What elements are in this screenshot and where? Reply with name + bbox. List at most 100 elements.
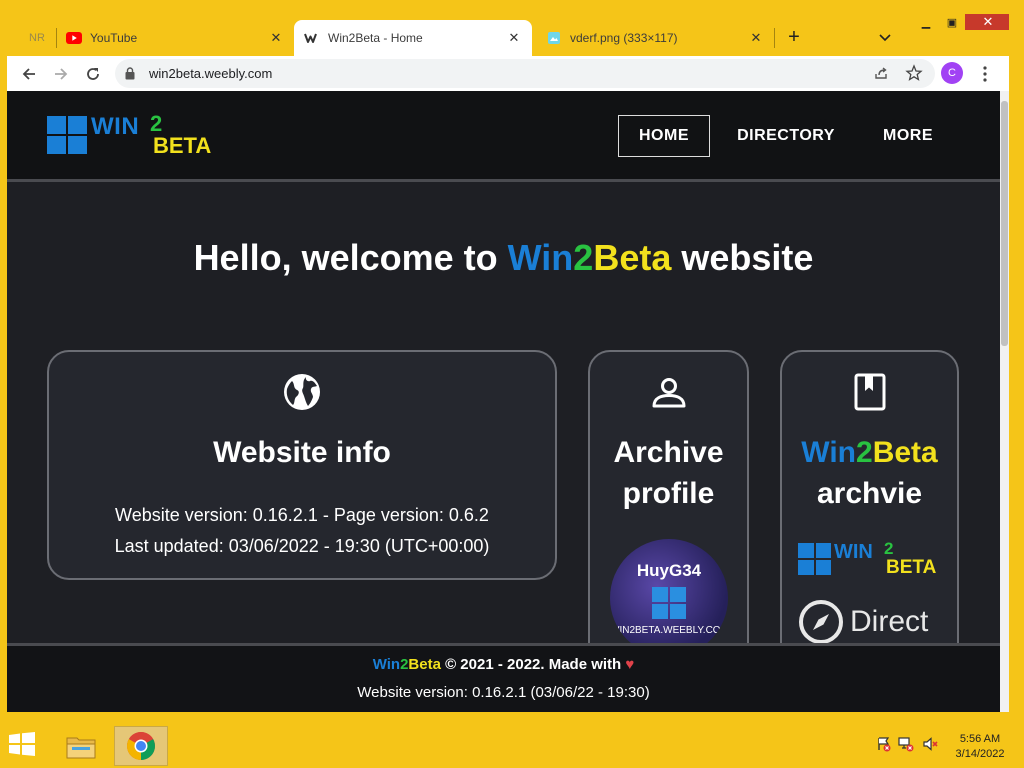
youtube-icon <box>66 30 82 46</box>
nav-home[interactable]: HOME <box>618 115 710 157</box>
tab-search-button[interactable] <box>873 26 897 50</box>
site-footer: Win2Beta © 2021 - 2022. Made with ♥ Webs… <box>7 643 1000 712</box>
footer-copyright-text: © 2021 - 2022. Made with <box>440 656 626 673</box>
close-icon[interactable]: ✕ <box>506 30 522 46</box>
website-info-card[interactable]: Website info Website version: 0.16.2.1 -… <box>47 350 557 580</box>
direct-link[interactable]: Direct <box>798 598 928 646</box>
hero-brand-win: Win <box>507 237 574 278</box>
page-viewport: WIN 2 BETA HOME DIRECTORY MORE Hello, we… <box>7 91 1000 712</box>
taskbar-chrome[interactable] <box>114 726 168 766</box>
bookmark-star-icon[interactable] <box>905 64 923 87</box>
windows-logo-icon <box>652 587 686 619</box>
card-title-line1: Archive <box>613 436 724 469</box>
direct-label: Direct <box>850 605 929 638</box>
maximize-button[interactable]: ▣ <box>939 14 965 30</box>
tab-label: vderf.png (333×117) <box>570 31 678 45</box>
footer-brand-win: Win <box>372 656 401 673</box>
window-close-button[interactable]: ✕ <box>965 14 1009 30</box>
url-text: win2beta.weebly.com <box>149 66 273 81</box>
profile-avatar[interactable]: C <box>941 62 963 84</box>
nav-directory[interactable]: DIRECTORY <box>725 115 847 157</box>
forward-button[interactable] <box>49 62 73 86</box>
forward-arrow-icon <box>55 68 68 80</box>
card-title: Archive profile <box>590 432 747 514</box>
system-clock[interactable]: 5:56 AM 3/14/2022 <box>950 732 1010 762</box>
profile-avatar-image[interactable]: HuyG34 WIN2BETA.WEEBLY.COM <box>610 539 728 657</box>
card-brand-beta: Beta <box>872 436 938 469</box>
page-scrollbar[interactable] <box>1000 91 1009 712</box>
avatar-url: WIN2BETA.WEEBLY.COM <box>610 625 728 636</box>
win2beta-logo: WIN 2 BETA <box>798 539 948 579</box>
tab-label: Win2Beta - Home <box>328 31 423 45</box>
kebab-menu-icon[interactable] <box>975 62 995 86</box>
hero-brand-beta: Beta <box>593 237 672 278</box>
windows-taskbar: 5:56 AM 3/14/2022 <box>0 720 1024 768</box>
browser-window: NR YouTube ✕ Win2Beta - Home ✕ vderf.png… <box>7 14 1009 712</box>
user-icon <box>652 378 685 408</box>
windows-logo-icon <box>47 116 87 154</box>
back-arrow-icon <box>22 68 35 80</box>
footer-copyright: Win2Beta © 2021 - 2022. Made with ♥ <box>7 656 1000 673</box>
logo-win: WIN <box>91 113 140 140</box>
share-icon[interactable] <box>873 65 889 86</box>
archive-profile-card[interactable]: Archive profile HuyG34 WIN2BETA.WEEBLY.CO… <box>588 350 749 670</box>
close-icon[interactable]: ✕ <box>748 30 764 46</box>
volume-muted-icon[interactable] <box>920 734 940 754</box>
close-icon[interactable]: ✕ <box>268 30 284 46</box>
card-brand-2: 2 <box>856 436 873 469</box>
hero-hello: Hello <box>193 237 282 278</box>
image-icon <box>546 30 562 46</box>
compass-icon <box>799 600 843 644</box>
tab-label: YouTube <box>90 31 138 45</box>
last-updated: Last updated: 03/06/2022 - 19:30 (UTC+00… <box>114 536 490 556</box>
network-icon[interactable] <box>896 734 916 754</box>
site-header: WIN 2 BETA HOME DIRECTORY MORE <box>7 91 1000 182</box>
nav-more[interactable]: MORE <box>869 115 947 157</box>
address-bar[interactable]: win2beta.weebly.com <box>115 59 935 88</box>
tab-win2beta[interactable]: Win2Beta - Home ✕ <box>294 20 532 56</box>
footer-version: Website version: 0.16.2.1 (03/06/22 - 19… <box>357 684 650 701</box>
windows-logo-icon <box>798 543 831 575</box>
logo-win: WIN <box>834 541 873 563</box>
logo-beta: BETA <box>153 133 212 158</box>
card-title-line2: profile <box>622 477 715 510</box>
site-logo[interactable]: WIN 2 BETA <box>47 111 227 158</box>
taskbar-file-explorer[interactable] <box>54 726 108 766</box>
logo-two: 2 <box>884 539 894 558</box>
start-button[interactable] <box>8 732 40 756</box>
chevron-down-icon <box>879 34 891 42</box>
browser-toolbar: win2beta.weebly.com C <box>7 56 1009 92</box>
clock-time: 5:56 AM <box>959 733 1001 745</box>
clock-date: 3/14/2022 <box>955 748 1005 760</box>
book-icon <box>854 373 885 411</box>
card-title: Win2Beta archvie <box>782 432 957 514</box>
card-brand-win: Win <box>801 436 856 469</box>
website-version: Website version: 0.16.2.1 - Page version… <box>115 505 489 525</box>
card-title: Website info <box>213 436 391 469</box>
windows-start-icon <box>9 732 35 756</box>
globe-icon <box>284 374 320 410</box>
action-center-icon[interactable] <box>874 734 894 754</box>
win2beta-archive-card[interactable]: Win2Beta archvie WIN 2 BETA Direct <box>780 350 959 670</box>
heart-icon: ♥ <box>625 656 635 673</box>
hero-brand-2: 2 <box>573 237 594 278</box>
scrollbar-thumb[interactable] <box>1001 101 1008 346</box>
tab-nr[interactable]: NR <box>19 20 57 56</box>
tab-vderf-png[interactable]: vderf.png (333×117) ✕ <box>536 20 774 56</box>
tab-label: NR <box>29 32 45 44</box>
hero-heading: Hello, welcome to Win2Beta website <box>7 237 1000 279</box>
tab-strip: NR YouTube ✕ Win2Beta - Home ✕ vderf.png… <box>7 14 1009 56</box>
minimize-button[interactable]: ▁ <box>913 14 939 30</box>
weebly-icon <box>304 30 320 46</box>
tab-youtube[interactable]: YouTube ✕ <box>56 20 294 56</box>
hero-welcome: , welcome to <box>281 237 508 278</box>
folder-icon <box>66 737 96 759</box>
new-tab-button[interactable]: + <box>782 26 806 50</box>
card-title-line2: archvie <box>816 477 923 510</box>
reload-button[interactable] <box>81 62 105 86</box>
footer-brand-beta: Beta <box>408 656 441 673</box>
chrome-icon <box>127 732 155 760</box>
back-button[interactable] <box>17 62 41 86</box>
tab-separator <box>774 28 775 48</box>
reload-icon <box>87 68 99 80</box>
